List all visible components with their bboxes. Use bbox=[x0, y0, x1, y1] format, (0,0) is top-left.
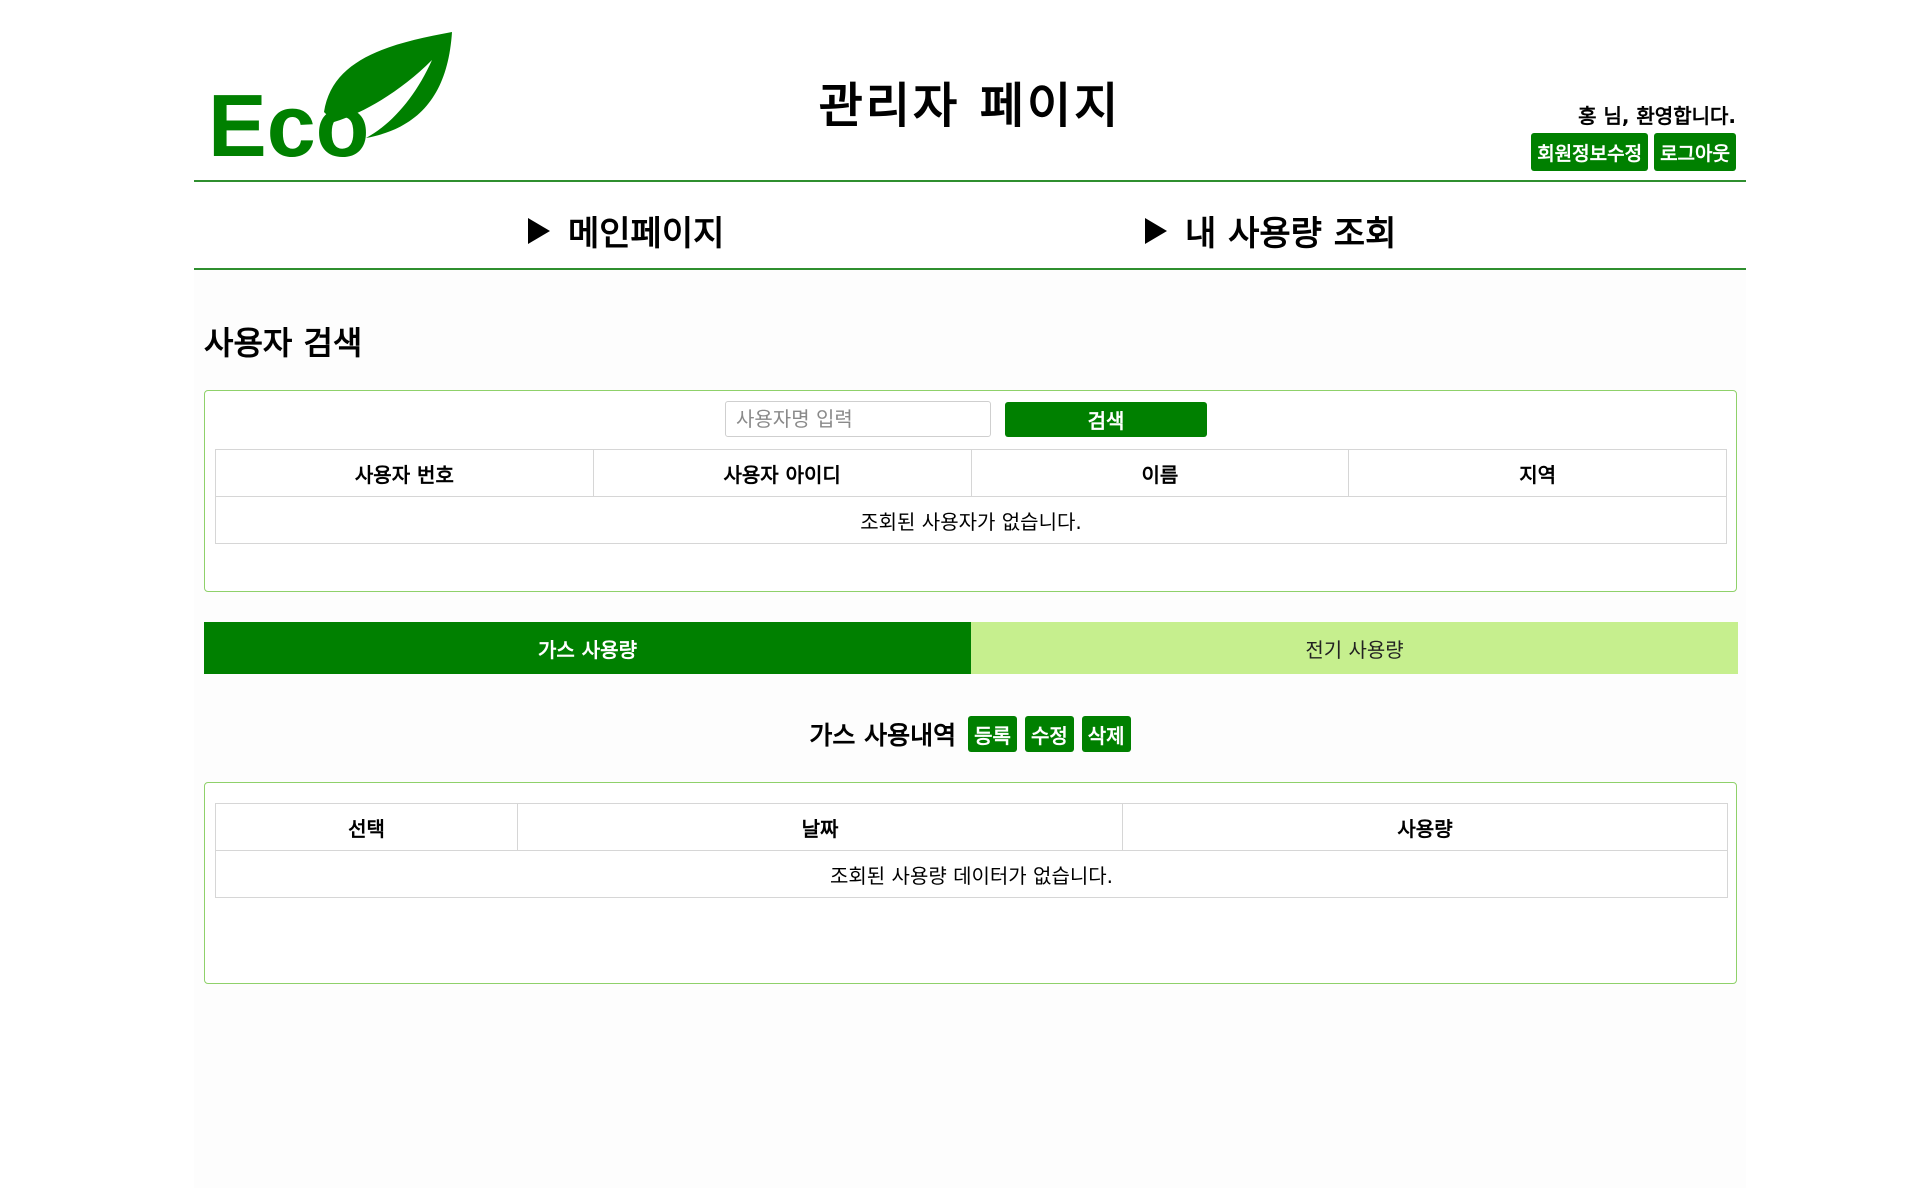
user-search-title: 사용자 검색 bbox=[204, 324, 363, 362]
nav-item-label: 메인페이지 bbox=[568, 214, 725, 254]
welcome-message: 홍 님, 환영합니다. bbox=[1578, 104, 1736, 128]
empty-message: 조회된 사용자가 없습니다. bbox=[215, 496, 1727, 544]
nav-item-my-usage[interactable]: 내 사용량 조회 bbox=[1145, 206, 1396, 255]
play-arrow-icon bbox=[528, 217, 550, 244]
user-search-input[interactable] bbox=[725, 401, 991, 437]
edit-button[interactable]: 수정 bbox=[1024, 716, 1074, 752]
usage-table: 선택 날짜 사용량 조회된 사용량 데이터가 없습니다. bbox=[215, 803, 1728, 898]
main-nav: 메인페이지 내 사용량 조회 bbox=[194, 182, 1746, 270]
play-arrow-icon bbox=[1145, 217, 1167, 244]
header: Eco 관리자 페이지 홍 님, 환영합니다. 회원정보수정 로그아웃 bbox=[194, 0, 1746, 182]
table-row: 조회된 사용자가 없습니다. bbox=[215, 496, 1727, 544]
user-search-panel: 검색 사용자 번호 사용자 아이디 이름 지역 조회된 사용자가 없습니다. bbox=[204, 390, 1737, 592]
usage-title: 가스 사용내역 bbox=[809, 721, 957, 750]
user-table: 사용자 번호 사용자 아이디 이름 지역 조회된 사용자가 없습니다. bbox=[215, 449, 1727, 544]
column-header-region: 지역 bbox=[1348, 449, 1727, 497]
empty-message: 조회된 사용량 데이터가 없습니다. bbox=[215, 850, 1728, 898]
table-row: 조회된 사용량 데이터가 없습니다. bbox=[215, 850, 1728, 898]
search-button[interactable]: 검색 bbox=[1005, 402, 1207, 437]
tab-electricity-usage[interactable]: 전기 사용량 bbox=[971, 622, 1738, 674]
register-button[interactable]: 등록 bbox=[968, 716, 1017, 752]
column-header-select: 선택 bbox=[215, 803, 518, 851]
nav-item-label: 내 사용량 조회 bbox=[1185, 214, 1397, 254]
column-header-user-number: 사용자 번호 bbox=[215, 449, 594, 497]
column-header-user-id: 사용자 아이디 bbox=[592, 449, 972, 497]
column-header-name: 이름 bbox=[970, 449, 1350, 497]
nav-item-main-page[interactable]: 메인페이지 bbox=[528, 206, 724, 255]
column-header-date: 날짜 bbox=[517, 803, 1123, 851]
tab-gas-usage[interactable]: 가스 사용량 bbox=[204, 622, 971, 674]
table-header-row: 사용자 번호 사용자 아이디 이름 지역 bbox=[215, 449, 1727, 497]
edit-profile-button[interactable]: 회원정보수정 bbox=[1531, 133, 1649, 171]
usage-header: 가스 사용내역 등록 수정 삭제 bbox=[194, 716, 1746, 752]
page-title: 관리자 페이지 bbox=[818, 78, 1122, 134]
column-header-usage: 사용량 bbox=[1122, 803, 1728, 851]
page: Eco 관리자 페이지 홍 님, 환영합니다. 회원정보수정 로그아웃 메인페이… bbox=[194, 0, 1746, 1188]
usage-panel: 선택 날짜 사용량 조회된 사용량 데이터가 없습니다. bbox=[204, 782, 1737, 984]
table-header-row: 선택 날짜 사용량 bbox=[215, 803, 1728, 851]
usage-tabs: 가스 사용량 전기 사용량 bbox=[204, 622, 1738, 674]
logout-button[interactable]: 로그아웃 bbox=[1654, 133, 1736, 171]
account-actions: 회원정보수정 로그아웃 bbox=[1531, 133, 1736, 171]
delete-button[interactable]: 삭제 bbox=[1081, 716, 1131, 752]
